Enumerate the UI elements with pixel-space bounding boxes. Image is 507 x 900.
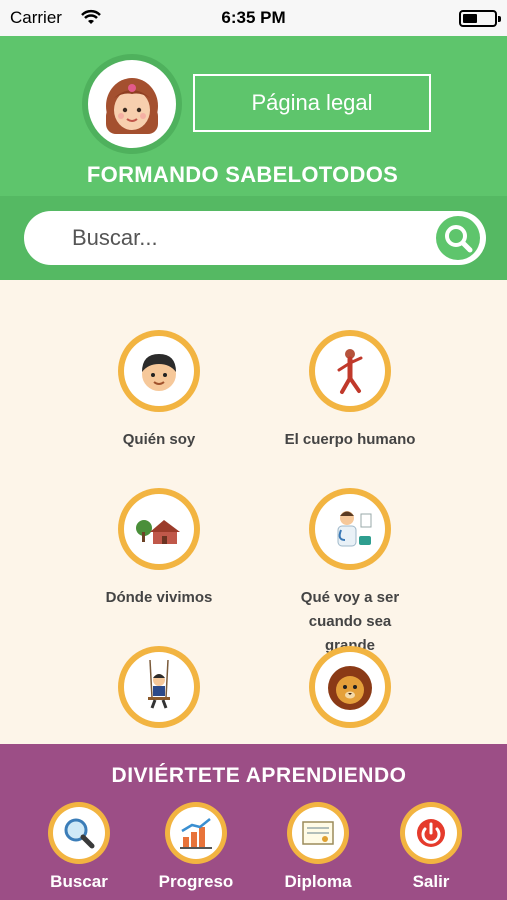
clock: 6:35 PM bbox=[221, 8, 286, 27]
topic-que-voy-a-ser[interactable]: Qué voy a ser cuando sea grande bbox=[240, 488, 460, 658]
nav-label: Progreso bbox=[158, 872, 234, 891]
nav-progreso[interactable]: Progreso bbox=[141, 802, 251, 892]
nav-diploma[interactable]: Diploma bbox=[263, 802, 373, 892]
topic-circle bbox=[309, 488, 391, 570]
topic-circle bbox=[309, 646, 391, 728]
progress-chart-icon bbox=[170, 807, 222, 859]
search-icon[interactable] bbox=[436, 216, 480, 260]
boy-face-icon bbox=[124, 336, 194, 406]
app-header: Página legal FORMANDO SABELOTODOS bbox=[0, 36, 507, 196]
nav-circle bbox=[287, 802, 349, 864]
avatar-ring[interactable] bbox=[82, 54, 182, 154]
search-input[interactable] bbox=[72, 211, 422, 265]
topic-animals[interactable] bbox=[240, 646, 460, 744]
search-bar-container bbox=[0, 196, 507, 280]
topic-donde-vivimos[interactable]: Dónde vivimos bbox=[49, 488, 269, 610]
bottom-menu: DIVIÉRTETE APRENDIENDO Buscar Progreso D… bbox=[0, 744, 507, 900]
nav-buscar[interactable]: Buscar bbox=[24, 802, 134, 892]
swing-child-icon bbox=[124, 652, 194, 722]
nav-circle bbox=[400, 802, 462, 864]
topic-swing[interactable] bbox=[49, 646, 269, 744]
topic-circle bbox=[118, 488, 200, 570]
topic-quien-soy[interactable]: Quién soy bbox=[49, 330, 269, 452]
nav-label: Diploma bbox=[284, 872, 352, 891]
nav-salir[interactable]: Salir bbox=[376, 802, 486, 892]
bottom-menu-title: DIVIÉRTETE APRENDIENDO bbox=[111, 764, 407, 787]
topic-circle bbox=[309, 330, 391, 412]
topic-label: Dónde vivimos bbox=[105, 589, 213, 606]
search-box bbox=[24, 211, 486, 265]
power-icon bbox=[405, 807, 457, 859]
doctor-icon bbox=[315, 494, 385, 564]
topic-circle bbox=[118, 646, 200, 728]
topic-label: Quién soy bbox=[122, 431, 196, 448]
topic-cuerpo-humano[interactable]: El cuerpo humano bbox=[240, 330, 460, 452]
nav-label: Buscar bbox=[50, 872, 108, 891]
legal-page-button[interactable]: Página legal bbox=[193, 74, 431, 132]
diploma-icon bbox=[292, 807, 344, 859]
girl-avatar-icon bbox=[88, 60, 176, 148]
topic-label: El cuerpo humano bbox=[284, 431, 416, 448]
human-body-icon bbox=[315, 336, 385, 406]
nav-circle bbox=[165, 802, 227, 864]
status-bar: Carrier 6:35 PM bbox=[0, 0, 507, 36]
magnifier-icon bbox=[53, 807, 105, 859]
lion-icon bbox=[315, 652, 385, 722]
nav-circle bbox=[48, 802, 110, 864]
topic-circle bbox=[118, 330, 200, 412]
app-brand-title: FORMANDO SABELOTODOS bbox=[86, 162, 399, 187]
battery-icon bbox=[459, 10, 501, 27]
nav-label: Salir bbox=[412, 872, 450, 891]
house-icon bbox=[124, 494, 194, 564]
